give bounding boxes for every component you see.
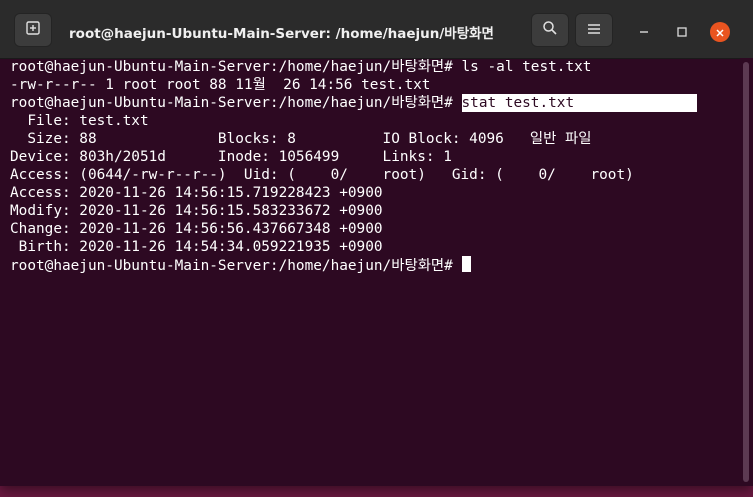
- menu-button[interactable]: [575, 13, 613, 47]
- text-cursor: [461, 256, 471, 272]
- close-icon: [715, 23, 725, 42]
- terminal-output[interactable]: root@haejun-Ubuntu-Main-Server:/home/hae…: [0, 58, 740, 486]
- terminal-line: File: test.txt: [10, 113, 149, 129]
- scrollbar-thumb[interactable]: [743, 62, 749, 482]
- minimize-icon: [638, 23, 650, 42]
- search-icon: [542, 20, 558, 40]
- new-tab-icon: [25, 20, 41, 40]
- minimize-button[interactable]: [634, 22, 654, 42]
- prompt: root@haejun-Ubuntu-Main-Server:/home/hae…: [10, 258, 462, 274]
- search-button[interactable]: [531, 13, 569, 47]
- close-button[interactable]: [710, 22, 730, 42]
- maximize-button[interactable]: [672, 22, 692, 42]
- terminal-line: Change: 2020-11-26 14:56:56.437667348 +0…: [10, 221, 383, 237]
- maximize-icon: [676, 23, 688, 42]
- terminal-line: Device: 803h/2051d Inode: 1056499 Links:…: [10, 149, 452, 165]
- new-tab-button[interactable]: [14, 13, 52, 47]
- titlebar: root@haejun-Ubuntu-Main-Server: /home/ha…: [0, 0, 753, 59]
- terminal-window: root@haejun-Ubuntu-Main-Server: /home/ha…: [0, 0, 753, 486]
- terminal-line: root@haejun-Ubuntu-Main-Server:/home/hae…: [10, 256, 740, 274]
- hamburger-menu-icon: [587, 21, 601, 40]
- terminal-line: root@haejun-Ubuntu-Main-Server:/home/hae…: [10, 59, 592, 75]
- terminal-line: root@haejun-Ubuntu-Main-Server:/home/hae…: [10, 94, 740, 112]
- terminal-line: Size: 88 Blocks: 8 IO Block: 4096 일반 파일: [10, 131, 592, 147]
- terminal-line: Modify: 2020-11-26 14:56:15.583233672 +0…: [10, 203, 383, 219]
- terminal-line: Birth: 2020-11-26 14:54:34.059221935 +09…: [10, 239, 383, 255]
- window-title: root@haejun-Ubuntu-Main-Server: /home/ha…: [69, 26, 494, 42]
- terminal-line: -rw-r--r-- 1 root root 88 11월 26 14:56 t…: [10, 77, 431, 93]
- prompt: root@haejun-Ubuntu-Main-Server:/home/hae…: [10, 95, 462, 111]
- terminal-line: Access: (0644/-rw-r--r--) Uid: ( 0/ root…: [10, 167, 634, 183]
- selected-command: stat test.txt: [461, 94, 697, 112]
- scrollbar[interactable]: [740, 58, 753, 486]
- terminal-line: Access: 2020-11-26 14:56:15.719228423 +0…: [10, 185, 383, 201]
